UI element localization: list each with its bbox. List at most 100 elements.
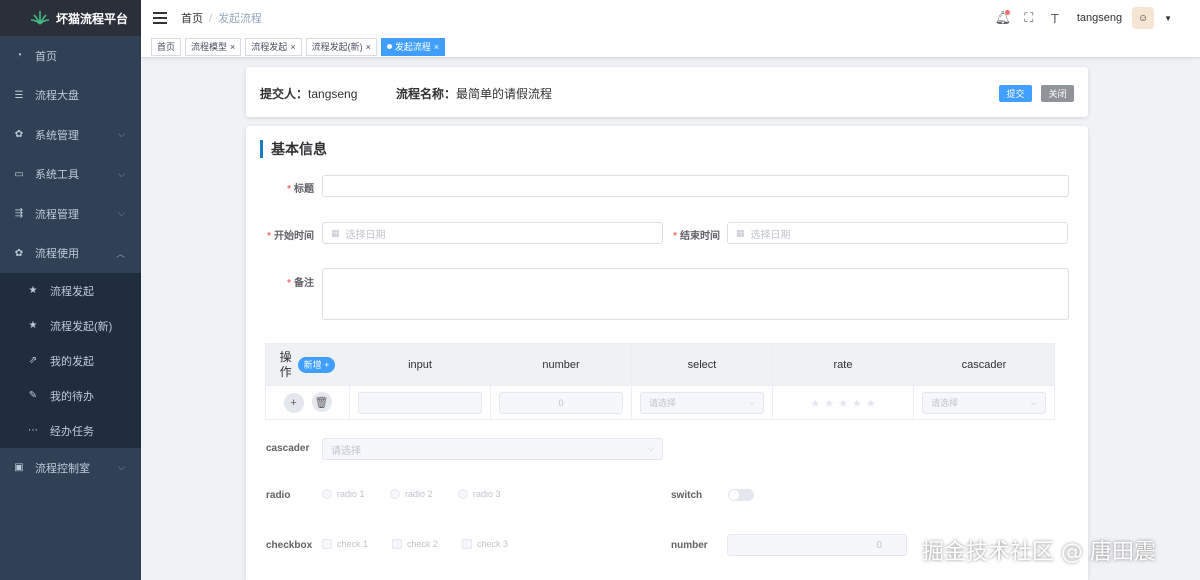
star-icon: ★ [28,285,38,296]
bell-icon[interactable]: 🔔︎ [995,10,1011,26]
tag-home[interactable]: 首页 [151,37,182,56]
radio-label: radio [266,490,291,501]
sidebar-item-flow-use[interactable]: ✿ 流程使用 ︿ [0,234,141,274]
sidebar-subitem-handled-tasks[interactable]: ⋯ 经办任务 [0,413,141,448]
row-number-input[interactable]: 0 [499,391,623,414]
tag-label: 流程模型 [191,42,228,52]
sidebar-item-flow-admin[interactable]: ⇶ 流程管理 ⌵ [0,194,141,234]
close-button[interactable]: 关闭 [1041,85,1074,102]
row-rate[interactable]: ★ ★ ★ ★ ★ [773,396,913,410]
end-date-picker[interactable]: ▦ 选择日期 [727,222,1068,244]
sidebar-item-flow-control[interactable]: ▣ 流程控制室 ⌵ [0,448,141,488]
start-time-label: * 开始时间 [267,231,314,242]
tag-label: 流程发起 [251,42,288,52]
star-icon: ★ [824,397,835,410]
submit-button[interactable]: 提交 [999,85,1032,102]
chevron-down-icon: ⌵ [1030,397,1037,407]
end-time-label: * 结束时间 [673,231,720,242]
font-size-icon[interactable]: T [1047,10,1063,26]
title-input[interactable] [322,175,1069,197]
tag-label: 发起流程 [394,42,431,52]
gear-icon: ✿ [14,247,24,259]
cascader-placeholder: 请选择 [331,445,361,457]
tag-launch-flow-active[interactable]: 发起流程 × [380,37,446,56]
checkbox-label: checkbox [266,540,313,551]
sidebar-item-system-tools[interactable]: ▭ 系统工具 ⌵ [0,155,141,195]
header-card: 提交人：tangseng 流程名称：最简单的请假流程 提交 关闭 [246,67,1088,117]
sidebar-subitem-start-flow[interactable]: ★ 流程发起 [0,273,141,308]
sidebar-item-label: 首页 [35,50,57,63]
navbar: 首页 / 发起流程 🔔︎ ⛶ T tangseng ☺ ▼ [141,0,1200,36]
sidebar-subitem-my-started[interactable]: ⇗ 我的发起 [0,343,141,378]
table-row: + 🗑︎ 0 请选择 ⌵ ★ ★ ★ ★ ★ 请选择 ⌵ [265,385,1055,420]
tag-start-flow-new[interactable]: 流程发起(新) × [305,37,377,56]
tag-start-flow[interactable]: 流程发起 × [245,37,302,56]
flow-name-value: 最简单的请假流程 [456,87,553,101]
edit-doc-icon: ✎ [28,390,38,401]
hamburger-icon[interactable] [153,12,167,24]
delete-icon[interactable]: 🗑︎ [311,392,332,413]
table-header-input: input [349,343,491,386]
table-header-number: number [490,343,632,386]
close-icon[interactable]: × [366,42,371,52]
table-header-rate: rate [772,343,914,386]
fullscreen-icon[interactable]: ⛶ [1021,10,1037,26]
app-logo[interactable]: 坏猫流程平台 [0,0,141,36]
flow-icon: ⇶ [14,208,24,220]
sidebar-item-home[interactable]: ◔ 首页 [0,36,141,76]
dynamic-table: 操作 新增 + input number select rate cascader… [265,343,1055,420]
sidebar-item-label: 流程发起 [50,285,94,298]
sidebar-subitem-start-flow-new[interactable]: ★ 流程发起(新) [0,308,141,343]
table-cell-number: 0 [490,385,632,420]
number-input[interactable]: 0 [727,534,907,556]
row-cascader[interactable]: 请选择 ⌵ [922,391,1046,414]
sidebar-item-flow-board[interactable]: ☰ 流程大盘 [0,76,141,116]
op-label: 操作 [279,349,292,379]
radio-option-2[interactable]: radio 2 [390,489,433,499]
switch-toggle[interactable] [728,489,754,501]
add-icon[interactable]: + [283,392,304,413]
add-row-button[interactable]: 新增 + [297,356,336,373]
start-date-placeholder: 选择日期 [345,229,386,241]
username[interactable]: tangseng [1077,12,1122,24]
remark-label: * 备注 [287,278,314,289]
radio-option-1[interactable]: radio 1 [322,489,365,499]
radio-option-3[interactable]: radio 3 [458,489,501,499]
close-icon[interactable]: × [434,42,439,52]
start-date-picker[interactable]: ▦ 选择日期 [322,222,663,244]
tag-label: 流程发起(新) [311,42,363,52]
sidebar-subitem-my-todo[interactable]: ✎ 我的待办 [0,378,141,413]
number-value: 0 [876,539,882,551]
caret-down-icon[interactable]: ▼ [1164,14,1172,23]
star-icon: ★ [810,397,821,410]
chevron-down-icon: ⌵ [118,208,125,219]
cascader-select[interactable]: 请选择 ⌵ [322,438,663,460]
table-header-select: select [631,343,773,386]
checkbox-option-3[interactable]: check 3 [462,539,508,549]
sidebar-item-label: 我的待办 [50,390,94,403]
breadcrumb-home[interactable]: 首页 [181,13,203,25]
sidebar-item-system-admin[interactable]: ✿ 系统管理 ⌵ [0,115,141,155]
sidebar-item-label: 流程大盘 [35,90,79,103]
row-number-value: 0 [558,397,564,408]
tag-flow-model[interactable]: 流程模型 × [185,37,242,56]
tags-view: 首页 流程模型 × 流程发起 × 流程发起(新) × 发起流程 × [141,36,1200,58]
checkbox-option-2[interactable]: check 2 [392,539,438,549]
row-input[interactable] [358,391,482,414]
flow-name-field: 流程名称：最简单的请假流程 [396,85,552,102]
row-select[interactable]: 请选择 ⌵ [640,391,764,414]
table-header-row: 操作 新增 + input number select rate cascader [265,343,1055,386]
monitor-icon: ▣ [14,462,24,474]
task-icon: ⋯ [28,425,38,436]
chevron-down-icon: ⌵ [118,168,125,179]
close-icon[interactable]: × [290,42,295,52]
chevron-down-icon: ⌵ [118,462,125,473]
close-icon[interactable]: × [230,42,235,52]
avatar[interactable]: ☺ [1132,7,1155,29]
number-label: number [671,540,708,551]
chevron-down-icon: ⌵ [748,397,755,407]
checkbox-option-1[interactable]: check 1 [322,539,368,549]
remark-textarea[interactable] [322,268,1069,320]
toolbox-icon: ▭ [14,168,24,180]
submitter-field: 提交人：tangseng [260,85,357,102]
